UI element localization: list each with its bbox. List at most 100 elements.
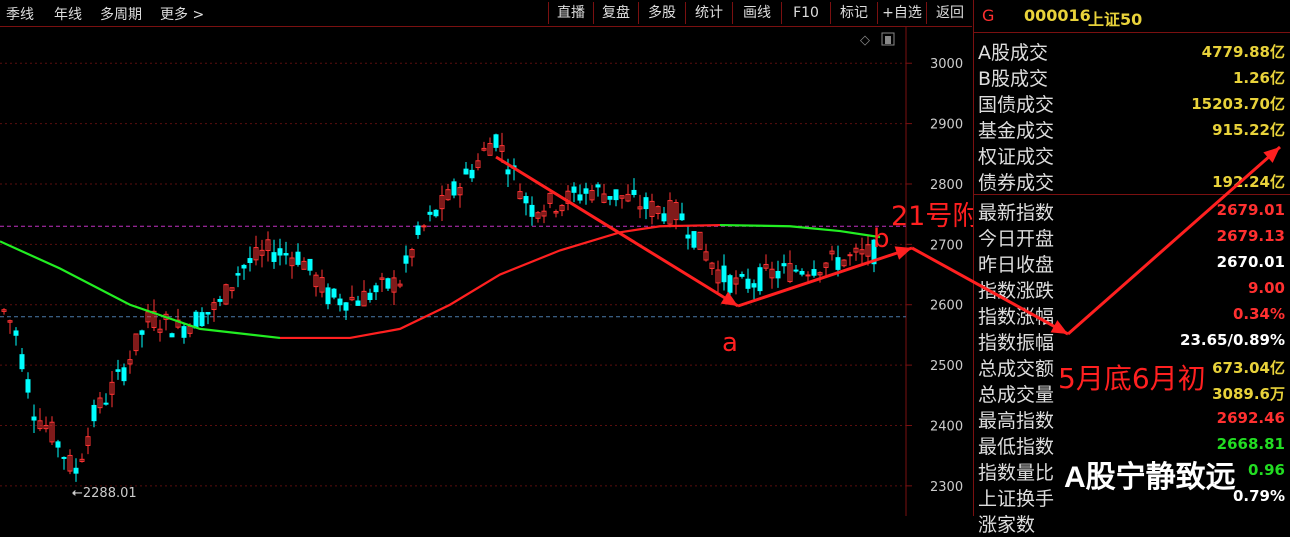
candle-body (463, 168, 469, 175)
candle-body (91, 404, 97, 422)
add-watchlist-button[interactable]: +自选 (877, 2, 926, 24)
live-button[interactable]: 直播 (548, 2, 593, 24)
candle-body (427, 211, 433, 215)
turnover-label: 权证成交 (978, 146, 1055, 168)
index-label: 最新指数 (978, 202, 1055, 224)
candle-body (343, 302, 349, 311)
index-value: 9.00 (1247, 279, 1285, 297)
tab-multi-period[interactable]: 多周期 (100, 4, 142, 24)
ma-segment-up (280, 223, 721, 340)
candle-body (193, 311, 199, 329)
index-row: 今日开盘 2679.13 (974, 223, 1290, 250)
panel-divider (974, 194, 1290, 195)
candle-body (793, 269, 799, 272)
period-toolbar: 季线 年线 多周期 更多 > 直播 复盘 多股 统计 画线 F10 标记 +自选… (0, 0, 972, 27)
turnover-label: 债券成交 (978, 172, 1055, 194)
turnover-row: 债券成交 192.24亿 (974, 167, 1290, 194)
candle-body (367, 292, 373, 301)
annotation-b: b (873, 224, 890, 254)
candle-body (469, 169, 475, 179)
index-label: 涨家数 (978, 514, 1036, 536)
quote-panel: G 000016 上证50 A股成交 4779.88亿 B股成交 1.26亿 国债成交 1… (973, 0, 1290, 536)
index-value: 2679.13 (1216, 227, 1285, 245)
index-row: 指数振幅 23.65/0.89% (974, 327, 1290, 354)
turnover-row: 基金成交 915.22亿 (974, 115, 1290, 142)
candle-body (73, 467, 79, 474)
candle-body (181, 326, 187, 338)
window-toggle-icon-inner (885, 36, 891, 44)
candle-body (55, 441, 61, 448)
candle-body (571, 186, 577, 193)
review-button[interactable]: 复盘 (593, 2, 638, 24)
index-label: 昨日收盘 (978, 254, 1055, 276)
candle-body (355, 300, 361, 306)
index-label: 指数涨幅 (978, 306, 1055, 328)
candle-body (283, 253, 289, 256)
ma-segment-down (0, 240, 281, 340)
candle-body (31, 416, 37, 421)
candle-body (595, 184, 601, 188)
tab-year-line[interactable]: 年线 (54, 4, 82, 24)
candle-body (331, 288, 337, 298)
candlestick-series (0, 132, 881, 495)
index-row: 指数涨跌 9.00 (974, 275, 1290, 302)
diamond-icon[interactable]: ◇ (860, 33, 870, 48)
turnover-row: 权证成交 (974, 141, 1290, 168)
candle-body (505, 169, 511, 175)
candle-body (13, 330, 19, 336)
candle-body (583, 188, 589, 194)
candle-body (277, 248, 283, 256)
candle-body (529, 204, 535, 217)
candle-body (199, 312, 205, 327)
candle-body (415, 225, 421, 235)
f10-button[interactable]: F10 (781, 2, 830, 24)
index-label: 指数振幅 (978, 332, 1055, 354)
candle-body (685, 234, 691, 239)
statistics-button[interactable]: 统计 (685, 2, 732, 24)
index-value: 23.65/0.89% (1180, 331, 1285, 349)
price-tick-label: 2500 (930, 359, 963, 374)
back-button[interactable]: 返回 (926, 2, 973, 24)
candle-body (847, 254, 853, 257)
ma-segment-down (719, 223, 881, 239)
index-label: 上证换手 (978, 488, 1055, 510)
index-label: 最高指数 (978, 410, 1055, 432)
mark-button[interactable]: 标记 (830, 2, 877, 24)
price-tick-label: 2600 (930, 299, 963, 314)
candle-body (25, 379, 31, 393)
candle-body (775, 270, 781, 279)
turnover-label: A股成交 (978, 42, 1048, 64)
price-tick-label: 2900 (930, 118, 963, 133)
candle-body (205, 312, 211, 315)
index-label: 指数量比 (978, 462, 1055, 484)
candle-body (103, 402, 109, 405)
candle-body (235, 273, 241, 276)
draw-line-button[interactable]: 画线 (732, 2, 781, 24)
candle-body (271, 252, 277, 262)
multi-stock-button[interactable]: 多股 (638, 2, 685, 24)
index-row: 涨家数 (974, 509, 1290, 536)
index-label: 最低指数 (978, 436, 1055, 458)
index-value: 3089.6万 (1212, 385, 1285, 403)
panel-tag: G (982, 6, 995, 25)
candle-body (115, 369, 121, 372)
tab-quarter-line[interactable]: 季线 (6, 4, 34, 24)
price-tick-label: 2800 (930, 178, 963, 193)
index-name: 上证50 (1088, 10, 1143, 29)
index-value: 0.79% (1232, 487, 1285, 505)
candle-body (631, 189, 637, 195)
turnover-row: A股成交 4779.88亿 (974, 37, 1290, 64)
index-value: 673.04亿 (1212, 359, 1285, 377)
kline-chart[interactable]: 3000 2900 2800 2700 2600 2500 2400 2300 ◇ ←2288… (0, 27, 972, 516)
candle-body (217, 298, 223, 302)
candle-body (295, 251, 301, 265)
index-value: 0.34% (1232, 305, 1285, 323)
low-price-label: ←2288.01 (72, 486, 137, 501)
annotation-note-may: 5月底6月初 (1058, 362, 1206, 395)
price-axis: 3000 2900 2800 2700 2600 2500 2400 2300 (906, 57, 963, 495)
candle-body (805, 274, 811, 277)
candle-body (169, 333, 175, 338)
tab-more[interactable]: 更多 > (160, 4, 204, 24)
turnover-value: 915.22亿 (1212, 121, 1285, 139)
candle-body (727, 275, 733, 293)
